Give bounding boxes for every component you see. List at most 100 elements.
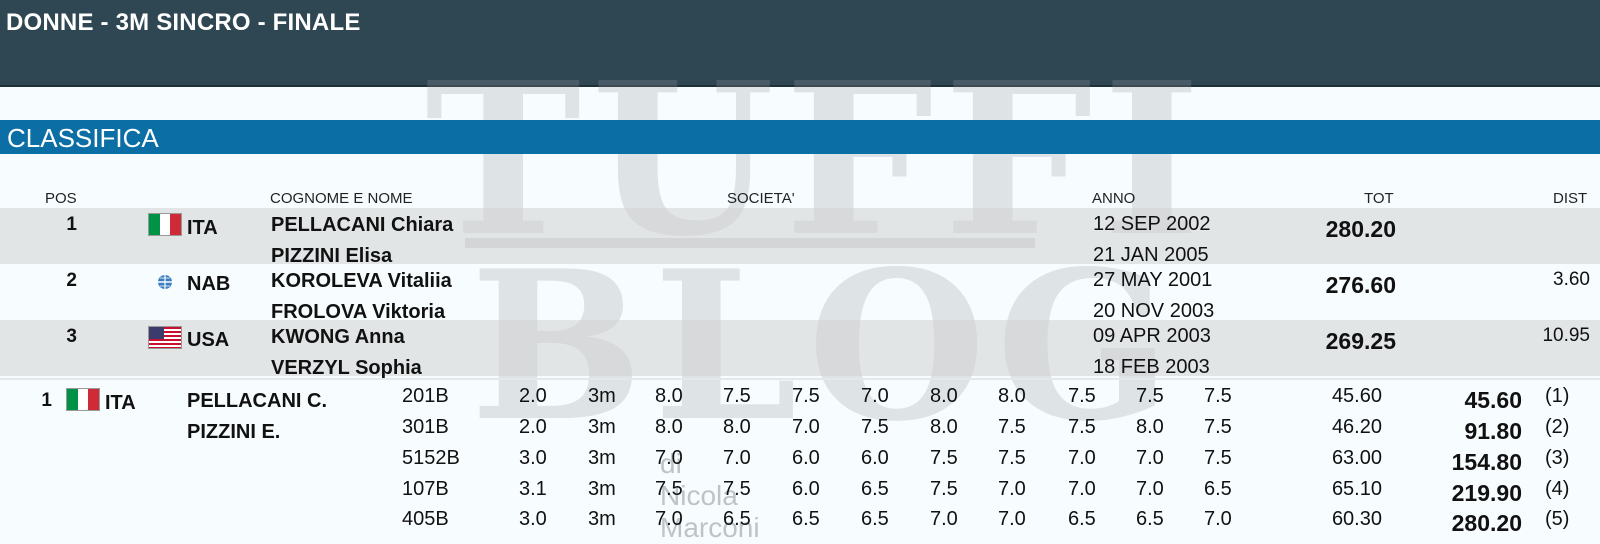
- dive-height: 3m: [588, 478, 616, 500]
- ranking-nation: USA: [187, 329, 230, 351]
- col-header-dist: DIST: [1553, 190, 1588, 207]
- judge-score: 7.0: [930, 508, 958, 530]
- judge-score: 7.5: [998, 416, 1026, 438]
- ranking-total: 276.60: [1325, 272, 1396, 298]
- ranking-dob: 12 SEP 2002: [1093, 213, 1211, 235]
- col-header-year: ANNO: [1092, 190, 1136, 207]
- col-header-tot: TOT: [1364, 190, 1394, 207]
- ranking-athlete[interactable]: KWONG Anna: [271, 326, 405, 349]
- judge-score: 7.5: [930, 478, 958, 500]
- round-number: (2): [1545, 416, 1570, 438]
- judge-score: 7.0: [998, 478, 1026, 500]
- dive-height: 3m: [588, 447, 616, 469]
- judge-score: 7.0: [1204, 508, 1232, 530]
- judge-score: 7.5: [1136, 385, 1164, 407]
- judge-score: 8.0: [930, 416, 958, 438]
- ranking-dob: 20 NOV 2003: [1093, 300, 1215, 322]
- judge-score: 6.0: [792, 478, 820, 500]
- page-title: DONNE - 3M SINCRO - FINALE: [6, 9, 361, 36]
- ranking-athlete[interactable]: PIZZINI Elisa: [271, 245, 392, 268]
- ranking-pos: 1: [66, 214, 77, 235]
- ita-flag-icon: [66, 388, 100, 411]
- dive-code: 301B: [402, 416, 449, 438]
- page-header: DONNE - 3M SINCRO - FINALE: [0, 0, 1600, 87]
- judge-score: 7.5: [1068, 416, 1096, 438]
- dive-difficulty: 3.0: [519, 508, 547, 530]
- ranking-pos: 2: [66, 270, 77, 291]
- judge-score: 6.5: [1068, 508, 1096, 530]
- ranking-dob: 27 MAY 2001: [1093, 269, 1213, 291]
- col-header-club: SOCIETA': [727, 190, 795, 207]
- cumulative-total: 91.80: [1464, 418, 1522, 444]
- judge-score: 7.5: [792, 385, 820, 407]
- dive-code: 405B: [402, 508, 449, 530]
- section-title: CLASSIFICA: [7, 123, 159, 153]
- round-number: (3): [1545, 447, 1570, 469]
- detail-pos: 1: [41, 390, 52, 411]
- ranking-athlete[interactable]: VERZYL Sophia: [271, 357, 422, 380]
- detail-athlete[interactable]: PELLACANI C.: [187, 390, 327, 413]
- judge-score: 8.0: [655, 416, 683, 438]
- round-number: (5): [1545, 508, 1570, 530]
- section-bar: CLASSIFICA: [0, 120, 1600, 154]
- ranking-athlete[interactable]: PELLACANI Chiara: [271, 214, 453, 237]
- ita-flag-icon: [148, 213, 182, 236]
- dive-difficulty: 3.0: [519, 447, 547, 469]
- dive-height: 3m: [588, 416, 616, 438]
- judge-score: 7.5: [655, 478, 683, 500]
- judge-score: 7.5: [1204, 385, 1232, 407]
- ranking-dob: 09 APR 2003: [1093, 325, 1211, 347]
- judge-score: 8.0: [655, 385, 683, 407]
- judge-score: 7.0: [998, 508, 1026, 530]
- ranking-total: 280.20: [1325, 216, 1396, 242]
- judge-score: 7.5: [998, 447, 1026, 469]
- dive-difficulty: 3.1: [519, 478, 547, 500]
- judge-score: 8.0: [1136, 416, 1164, 438]
- judge-score: 7.0: [1068, 447, 1096, 469]
- judge-score: 6.0: [792, 447, 820, 469]
- dive-code: 107B: [402, 478, 449, 500]
- col-header-name: COGNOME E NOME: [270, 190, 413, 207]
- ranking-athlete[interactable]: KOROLEVA Vitaliia: [271, 270, 452, 293]
- dive-points: 45.60: [1331, 385, 1382, 407]
- ranking-dob: 18 FEB 2003: [1093, 356, 1210, 378]
- judge-score: 7.5: [861, 416, 889, 438]
- judge-score: 7.0: [1136, 478, 1164, 500]
- judge-score: 7.5: [723, 478, 751, 500]
- judge-score: 7.0: [792, 416, 820, 438]
- ranking-dist: 10.95: [1542, 325, 1590, 346]
- usa-flag-icon: [148, 326, 182, 349]
- ranking-dist: 3.60: [1553, 269, 1590, 290]
- cumulative-total: 280.20: [1451, 510, 1522, 536]
- cumulative-total: 45.60: [1464, 387, 1522, 413]
- dive-points: 63.00: [1331, 447, 1382, 469]
- judge-score: 7.0: [1136, 447, 1164, 469]
- judge-score: 7.0: [861, 385, 889, 407]
- judge-score: 7.5: [723, 385, 751, 407]
- ranking-athlete[interactable]: FROLOVA Viktoria: [271, 301, 445, 324]
- dive-code: 5152B: [402, 447, 460, 469]
- judge-score: 7.0: [723, 447, 751, 469]
- dive-height: 3m: [588, 385, 616, 407]
- ranking-total: 269.25: [1325, 328, 1396, 354]
- detail-athlete[interactable]: PIZZINI E.: [187, 421, 280, 444]
- section-separator: [0, 378, 1600, 380]
- col-header-pos: POS: [45, 190, 77, 207]
- judge-score: 6.5: [861, 508, 889, 530]
- judge-score: 6.0: [861, 447, 889, 469]
- judge-score: 6.5: [792, 508, 820, 530]
- dive-points: 60.30: [1331, 508, 1382, 530]
- judge-score: 8.0: [998, 385, 1026, 407]
- dive-points: 65.10: [1331, 478, 1382, 500]
- nab-flag-icon: [148, 270, 182, 293]
- judge-score: 7.0: [1068, 478, 1096, 500]
- judge-score: 7.0: [655, 508, 683, 530]
- cumulative-total: 154.80: [1451, 449, 1522, 475]
- judge-score: 8.0: [930, 385, 958, 407]
- round-number: (1): [1545, 385, 1570, 407]
- dive-height: 3m: [588, 508, 616, 530]
- judge-score: 7.5: [1068, 385, 1096, 407]
- ranking-dob: 21 JAN 2005: [1093, 244, 1209, 266]
- dive-points: 46.20: [1331, 416, 1382, 438]
- dive-code: 201B: [402, 385, 449, 407]
